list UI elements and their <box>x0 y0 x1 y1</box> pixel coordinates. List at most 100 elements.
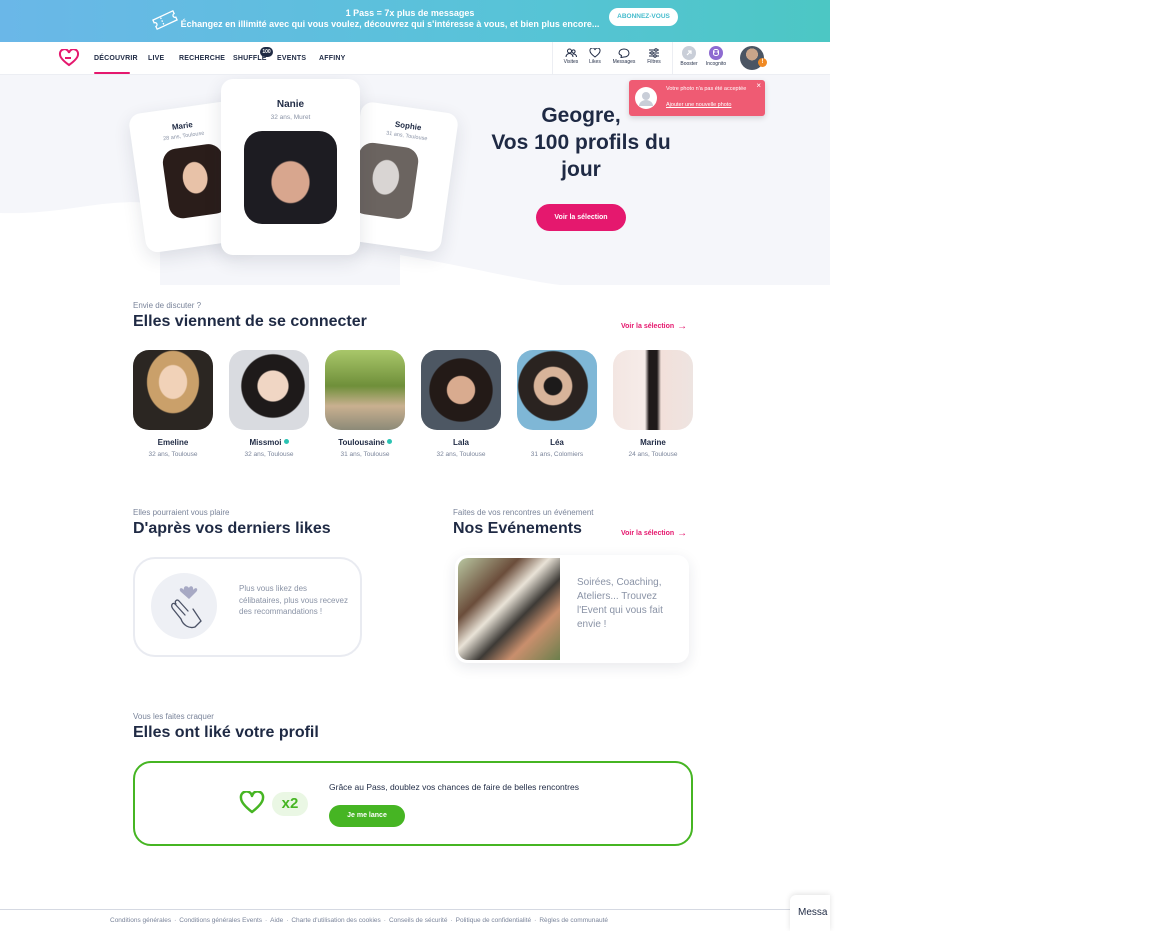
footer-link-aide[interactable]: Aide <box>270 917 283 924</box>
hand-heart-illustration <box>151 573 217 639</box>
filters-icon <box>649 48 659 58</box>
online-indicator <box>386 439 392 444</box>
toast-avatar <box>635 87 657 109</box>
nav-likes[interactable]: Likes <box>583 48 607 65</box>
ticket-icon <box>152 9 178 31</box>
footer-separator: · <box>174 917 177 924</box>
nav-booster[interactable]: Booster <box>677 46 701 67</box>
card-photo <box>244 131 337 224</box>
card-name: Nanie <box>276 99 305 110</box>
see-all-label: Voir la sélection <box>621 323 675 330</box>
hand-tap-icon <box>171 586 202 629</box>
connected-see-all-link[interactable]: Voir la sélection → <box>621 321 687 332</box>
nav-events[interactable]: EVENTS <box>277 55 306 62</box>
visits-icon <box>565 48 577 58</box>
profile-toulousaine[interactable]: Toulousaine 31 ans, Toulouse <box>325 350 405 458</box>
footer-link-cgu-events[interactable]: Conditions générales Events <box>179 917 262 924</box>
footer-link-cgu[interactable]: Conditions générales <box>110 917 171 924</box>
liked-title: Elles ont liké votre profil <box>133 724 319 741</box>
filtres-label: Filtres <box>647 59 661 65</box>
nav-live[interactable]: LIVE <box>148 55 164 62</box>
nav-messages[interactable]: Messages <box>612 48 636 65</box>
footer-separator: · <box>383 917 386 924</box>
footer-separator: · <box>534 917 537 924</box>
subscribe-button[interactable]: ABONNEZ-VOUS <box>609 8 678 26</box>
nav-filtres[interactable]: Filtres <box>642 48 666 65</box>
activity-icons: Visites Likes Messages Filtres <box>552 42 672 75</box>
promo-headline: 1 Pass = 7x plus de messages <box>345 8 475 18</box>
nav-incognito[interactable]: Incognito <box>704 46 728 67</box>
arrow-right-icon: → <box>677 321 688 332</box>
promo-banner[interactable]: 1 Pass = 7x plus de messages Échangez en… <box>0 0 830 42</box>
events-card[interactable]: Soirées, Coaching, Ateliers... Trouvez l… <box>455 555 689 663</box>
pass-promo-text: Grâce au Pass, doublez vos chances de fa… <box>329 782 579 792</box>
incognito-icon <box>709 46 723 60</box>
profile-emeline[interactable]: Emeline 32 ans, Toulouse <box>133 350 213 458</box>
events-description: Soirées, Coaching, Ateliers... Trouvez l… <box>577 577 663 630</box>
events-kicker: Faites de vos rencontres un événement <box>453 508 594 517</box>
voir-selection-button[interactable]: Voir la sélection <box>536 204 626 231</box>
promo-text: Échangez en illimité avec qui vous voule… <box>180 19 600 29</box>
nav-decouvrir[interactable]: DÉCOUVRIR <box>94 55 138 62</box>
add-photo-link[interactable]: Ajouter une nouvelle photo <box>666 102 731 108</box>
footer-link-confidentialite[interactable]: Politique de confidentialité <box>456 917 532 924</box>
profile-lala[interactable]: Lala 32 ans, Toulouse <box>421 350 501 458</box>
boost-icons: Booster Incognito <box>672 42 732 75</box>
events-photo <box>458 558 560 660</box>
profile-info: 32 ans, Toulouse <box>436 451 486 458</box>
site-logo[interactable] <box>58 49 80 67</box>
profile-name: Lala <box>452 438 469 447</box>
toast-message: Votre photo n'a pas été acceptée <box>666 86 747 92</box>
messages-label: Messages <box>612 59 636 65</box>
nav-affiny[interactable]: AFFINY <box>319 55 345 62</box>
visites-label: Visites <box>563 59 579 65</box>
card-photo <box>161 142 231 221</box>
user-silhouette-icon <box>639 92 653 106</box>
profile-photo <box>517 350 597 430</box>
active-tab-indicator <box>94 72 130 74</box>
profile-photo <box>133 350 213 430</box>
messages-chat-tab[interactable]: Messa <box>790 895 830 931</box>
footer-link-securite[interactable]: Conseils de sécurité <box>389 917 448 924</box>
footer-divider <box>0 909 830 910</box>
footer-link-communaute[interactable]: Règles de communauté <box>539 917 608 924</box>
profile-info: 31 ans, Toulouse <box>340 451 390 458</box>
events-title: Nos Evénements <box>453 520 582 537</box>
nav-recherche[interactable]: RECHERCHE <box>179 55 225 62</box>
profile-name: Léa <box>550 438 564 447</box>
likes-kicker: Elles pourraient vous plaire <box>133 508 230 517</box>
pass-promo-card: x2 Grâce au Pass, doublez vos chances de… <box>133 761 693 846</box>
profile-name: Marine <box>640 438 666 447</box>
hero-title-text: Vos 100 profils du jour <box>491 131 671 181</box>
liked-kicker: Vous les faites craquer <box>133 712 214 721</box>
profile-info: 24 ans, Toulouse <box>628 451 678 458</box>
profile-missmoi[interactable]: Missmoi 32 ans, Toulouse <box>229 350 309 458</box>
profile-info: 32 ans, Toulouse <box>244 451 294 458</box>
page: 1 Pass = 7x plus de messages Échangez en… <box>0 0 1152 931</box>
events-see-all-link[interactable]: Voir la sélection → <box>621 528 687 539</box>
footer-separator: · <box>286 917 289 924</box>
avatar-alert-badge: ! <box>758 58 767 67</box>
nav-visites[interactable]: Visites <box>559 48 583 65</box>
profile-lea[interactable]: Léa 31 ans, Colomiers <box>517 350 597 458</box>
profile-photo <box>325 350 405 430</box>
likes-label: Likes <box>589 59 601 65</box>
profile-card-nanie[interactable]: Nanie 32 ans, Muret <box>221 79 360 255</box>
footer-link-cookies[interactable]: Charte d'utilisation des cookies <box>291 917 380 924</box>
profile-photo <box>613 350 693 430</box>
je-me-lance-button[interactable]: Je me lance <box>329 805 405 827</box>
likes-title: D'après vos derniers likes <box>133 520 331 537</box>
profile-marine[interactable]: Marine 24 ans, Toulouse <box>613 350 693 458</box>
profile-photo <box>421 350 501 430</box>
close-icon[interactable]: × <box>756 81 761 90</box>
booster-icon <box>682 46 696 60</box>
multiplier-badge: x2 <box>272 792 308 816</box>
profile-info: 31 ans, Colomiers <box>530 451 584 458</box>
booster-label: Booster <box>680 61 698 67</box>
card-photo <box>350 141 421 221</box>
photo-rejected-toast: Votre photo n'a pas été acceptée Ajouter… <box>629 80 765 116</box>
connected-kicker: Envie de discuter ? <box>133 301 202 310</box>
profile-card-sophie[interactable]: Sophie 31 ans, Toulouse <box>342 100 460 254</box>
incognito-label: Incognito <box>705 61 727 67</box>
see-all-label: Voir la sélection <box>621 530 675 537</box>
